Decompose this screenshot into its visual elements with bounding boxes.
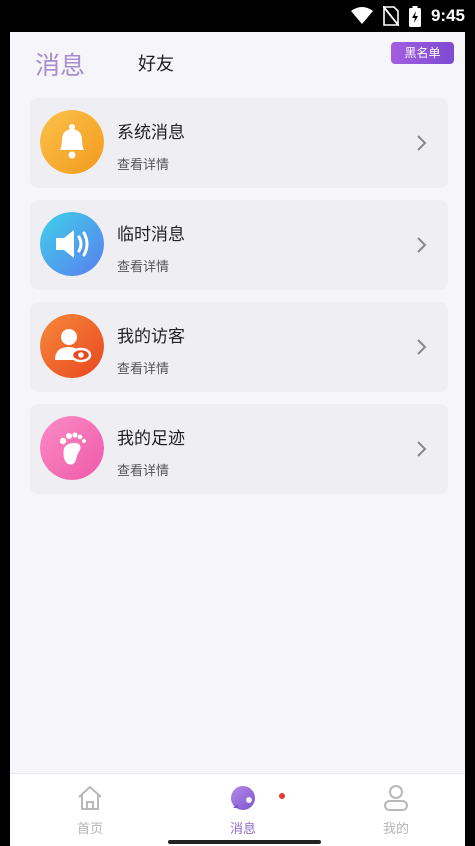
wifi-icon [350, 7, 373, 24]
item-title: 系统消息 [117, 123, 185, 143]
no-sim-icon [382, 6, 399, 26]
bottom-nav: 首页 消息 我的 [10, 773, 465, 846]
visitor-icon [40, 314, 104, 378]
app-screen: 消息 好友 黑名单 系统消息 查看详情 临时消息 查看详情 我的访客 查看详情 … [10, 32, 465, 846]
blacklist-button[interactable]: 黑名单 [391, 42, 454, 64]
tab-messages[interactable]: 消息 [35, 46, 85, 82]
item-subtitle: 查看详情 [117, 464, 170, 479]
chevron-right-icon [417, 441, 427, 457]
item-title: 我的访客 [117, 327, 185, 347]
home-indicator [168, 840, 321, 844]
item-title: 临时消息 [117, 225, 185, 245]
speaker-icon [40, 212, 104, 276]
chevron-right-icon [417, 339, 427, 355]
home-icon [78, 786, 102, 810]
status-icons: 9:45 [350, 5, 465, 27]
nav-tab-messages[interactable]: 消息 [203, 784, 283, 837]
item-subtitle: 查看详情 [117, 260, 170, 275]
status-time: 9:45 [430, 6, 465, 25]
chat-bubble-icon [231, 786, 255, 810]
header: 消息 好友 黑名单 [10, 32, 465, 92]
list-item-my-visitors[interactable]: 我的访客 查看详情 [30, 302, 448, 392]
list-item-temporary-messages[interactable]: 临时消息 查看详情 [30, 200, 448, 290]
nav-label-messages: 消息 [229, 822, 256, 837]
footprint-icon [40, 416, 104, 480]
item-title: 我的足迹 [117, 429, 185, 449]
nav-label-me: 我的 [382, 822, 409, 837]
unread-dot [279, 793, 285, 799]
nav-label-home: 首页 [76, 822, 103, 837]
item-subtitle: 查看详情 [117, 158, 170, 173]
item-subtitle: 查看详情 [117, 362, 170, 377]
user-icon [384, 785, 408, 811]
chevron-right-icon [417, 135, 427, 151]
status-bar: 9:45 [0, 0, 475, 32]
chevron-right-icon [417, 237, 427, 253]
bell-icon [40, 110, 104, 174]
list-item-system-messages[interactable]: 系统消息 查看详情 [30, 98, 448, 188]
list-item-my-footprints[interactable]: 我的足迹 查看详情 [30, 404, 448, 494]
tab-friends[interactable]: 好友 [138, 50, 174, 76]
nav-tab-me[interactable]: 我的 [356, 784, 436, 837]
nav-tab-home[interactable]: 首页 [50, 784, 130, 837]
battery-charging-icon [408, 5, 421, 27]
